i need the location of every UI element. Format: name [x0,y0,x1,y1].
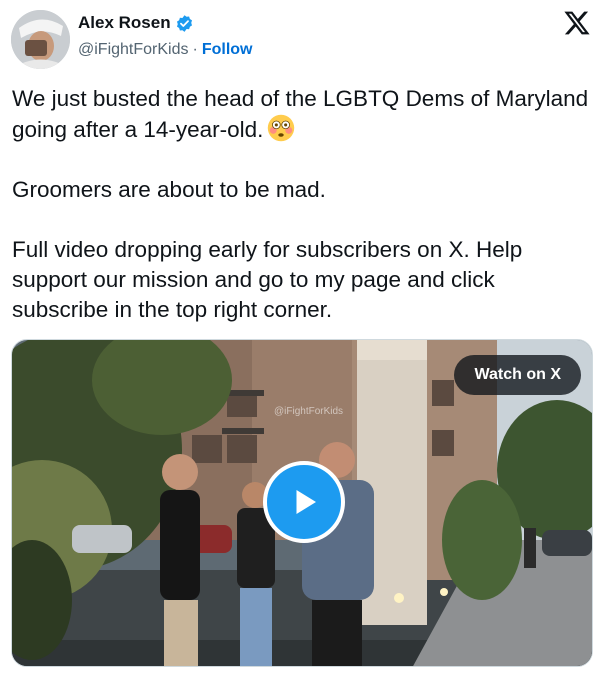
separator: · [192,41,198,58]
tweet-paragraph-3: Full video dropping early for subscriber… [12,237,523,322]
tweet-text: We just busted the head of the LGBTQ Dem… [12,84,592,325]
display-name[interactable]: Alex Rosen [78,13,171,33]
handle[interactable]: @iFightForKids [78,41,189,58]
follow-button[interactable]: Follow [202,41,253,58]
video-watermark: @iFightForKids [274,406,344,417]
flushed-face-emoji [268,114,295,142]
watch-on-x-button[interactable]: Watch on X [454,355,581,395]
tweet-paragraph-1: We just busted the head of the LGBTQ Dem… [12,84,592,145]
tweet-paragraph-1-text: We just busted the head of the LGBTQ Dem… [12,86,589,142]
play-button[interactable] [263,461,345,543]
x-logo-icon[interactable] [563,9,591,37]
video-media[interactable]: @iFightForKids Watch on X [11,339,593,667]
handle-row: @iFightForKids · Follow [78,41,252,59]
author-name-row: Alex Rosen [78,13,194,33]
tweet-card: Alex Rosen @iFightForKids · Follow We just… [0,0,604,673]
play-icon [296,490,316,514]
avatar[interactable] [11,10,70,69]
tweet-paragraph-2: Groomers are about to be mad. [12,177,326,202]
verified-badge-icon [176,14,192,32]
